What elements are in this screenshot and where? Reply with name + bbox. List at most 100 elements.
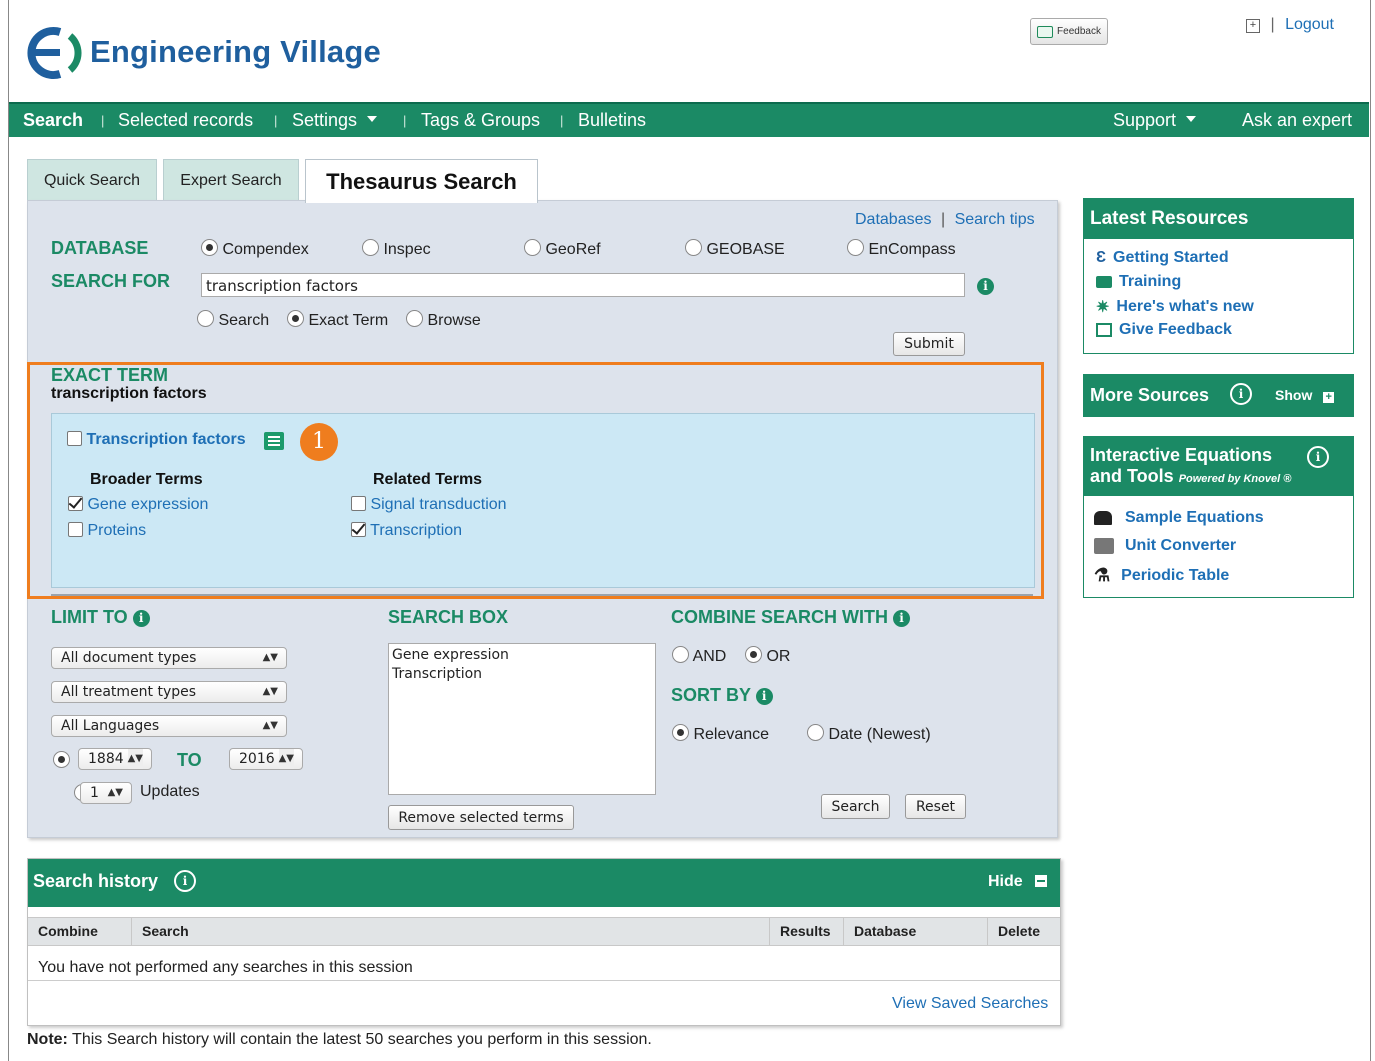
radio-button[interactable] xyxy=(745,646,762,663)
info-icon[interactable]: i xyxy=(1230,383,1252,405)
databases-link[interactable]: Databases xyxy=(855,211,932,228)
nav-search[interactable]: Search xyxy=(23,110,83,131)
info-icon[interactable]: i xyxy=(977,278,994,295)
powered-by-knovel: Powered by Knovel ® xyxy=(1178,473,1292,485)
radio-button[interactable] xyxy=(362,239,379,256)
limit-to-label: LIMIT TO xyxy=(51,607,128,627)
db-option-inspec[interactable]: Inspec xyxy=(362,239,431,259)
radio-button[interactable] xyxy=(685,239,702,256)
main-term[interactable]: Transcription factors xyxy=(67,431,246,449)
db-option-encompass[interactable]: EnCompass xyxy=(847,239,956,259)
info-icon[interactable]: i xyxy=(1307,446,1329,468)
expand-icon[interactable]: + xyxy=(1246,19,1260,33)
checkbox[interactable] xyxy=(68,522,83,537)
give-feedback-label: Give Feedback xyxy=(1119,321,1232,338)
tab-quick-search[interactable]: Quick Search xyxy=(27,159,157,201)
brand-name[interactable]: Engineering Village xyxy=(90,34,381,70)
checkbox[interactable] xyxy=(351,522,366,537)
history-divider xyxy=(28,980,1060,981)
updates-select[interactable]: 1 ▲▼ xyxy=(80,782,132,804)
radio-button[interactable] xyxy=(807,724,824,741)
nav-bulletins[interactable]: Bulletins xyxy=(578,110,646,131)
mode-search[interactable]: Search xyxy=(197,310,269,330)
sort-relevance[interactable]: Relevance xyxy=(672,724,769,744)
training-link[interactable]: Training xyxy=(1096,273,1181,291)
search-box-term[interactable]: Transcription xyxy=(392,665,652,684)
radio-button[interactable] xyxy=(524,239,541,256)
sort-date[interactable]: Date (Newest) xyxy=(807,724,931,744)
more-sources-show[interactable]: Show + xyxy=(1275,387,1335,403)
nav-tags-groups[interactable]: Tags & Groups xyxy=(421,110,540,131)
search-box-textarea[interactable]: Gene expression Transcription xyxy=(388,643,656,795)
nav-selected-records[interactable]: Selected records xyxy=(118,110,253,131)
radio-button[interactable] xyxy=(197,310,214,327)
from-year-select[interactable]: 1884 ▲▼ xyxy=(78,748,152,770)
tab-expert-search[interactable]: Expert Search xyxy=(163,159,299,201)
nav-settings[interactable]: Settings xyxy=(292,110,378,131)
treatment-type-select[interactable]: All treatment types ▲▼ xyxy=(51,681,287,703)
search-tips-link[interactable]: Search tips xyxy=(955,211,1035,228)
radio-button[interactable] xyxy=(287,310,304,327)
hide-history-button[interactable]: Hide xyxy=(988,873,1048,891)
nav-support[interactable]: Support xyxy=(1113,110,1197,131)
checkbox[interactable] xyxy=(351,496,366,511)
search-box-term[interactable]: Gene expression xyxy=(392,646,652,665)
main-term-link[interactable]: Transcription factors xyxy=(86,431,245,448)
sample-equations-link[interactable]: Sample Equations xyxy=(1094,509,1264,527)
term-link[interactable]: Gene expression xyxy=(87,496,208,513)
checkbox[interactable] xyxy=(68,496,83,511)
radio-button[interactable] xyxy=(672,646,689,663)
radio-button[interactable] xyxy=(847,239,864,256)
converter-icon xyxy=(1094,538,1114,554)
related-term-item[interactable]: Transcription xyxy=(351,522,462,540)
feedback-button[interactable]: Feedback xyxy=(1030,18,1108,45)
combine-and[interactable]: AND xyxy=(672,646,726,666)
broader-term-item[interactable]: Gene expression xyxy=(68,496,208,514)
remove-selected-terms-button[interactable]: Remove selected terms xyxy=(388,805,574,830)
whats-new-link[interactable]: ✷ Here's what's new xyxy=(1096,297,1254,317)
checkbox[interactable] xyxy=(67,431,82,446)
col-combine: Combine xyxy=(28,918,132,945)
view-saved-searches-link[interactable]: View Saved Searches xyxy=(892,995,1048,1013)
year-range-radio[interactable] xyxy=(53,751,70,768)
info-icon[interactable]: i xyxy=(755,688,773,705)
term-link[interactable]: Proteins xyxy=(87,522,146,539)
list-icon[interactable] xyxy=(264,432,284,450)
broader-term-item[interactable]: Proteins xyxy=(68,522,146,540)
note-text: This Search history will contain the lat… xyxy=(67,1031,652,1048)
reset-button[interactable]: Reset xyxy=(905,794,966,819)
search-input[interactable]: transcription factors xyxy=(201,273,965,297)
radio-button[interactable] xyxy=(672,724,689,741)
info-icon[interactable]: i xyxy=(893,610,911,627)
nav-ask-expert[interactable]: Ask an expert xyxy=(1242,110,1352,131)
db-option-compendex[interactable]: Compendex xyxy=(201,239,309,259)
mode-browse[interactable]: Browse xyxy=(406,310,481,330)
getting-started-link[interactable]: Ɛ Getting Started xyxy=(1096,249,1229,267)
logout-link[interactable]: Logout xyxy=(1285,16,1334,33)
radio-button[interactable] xyxy=(201,239,218,256)
term-link[interactable]: Transcription xyxy=(370,522,462,539)
nav-separator: | xyxy=(560,113,564,128)
info-icon[interactable]: i xyxy=(132,610,150,627)
give-feedback-link[interactable]: Give Feedback xyxy=(1096,321,1232,339)
submit-button[interactable]: Submit xyxy=(893,332,965,356)
to-year-select[interactable]: 2016 ▲▼ xyxy=(229,748,303,770)
document-type-select[interactable]: All document types ▲▼ xyxy=(51,647,287,669)
info-icon[interactable]: i xyxy=(174,870,196,892)
radio-button[interactable] xyxy=(406,310,423,327)
related-term-item[interactable]: Signal transduction xyxy=(351,496,507,514)
search-button[interactable]: Search xyxy=(821,794,890,819)
db-option-geobase[interactable]: GEOBASE xyxy=(685,239,785,259)
more-sources-box[interactable]: More Sources i Show + xyxy=(1083,374,1354,417)
minus-icon xyxy=(1035,875,1048,887)
latest-resources-box: Latest Resources Ɛ Getting Started Traini… xyxy=(1083,198,1354,354)
mode-exact-term[interactable]: Exact Term xyxy=(287,310,388,330)
tab-thesaurus-search[interactable]: Thesaurus Search xyxy=(305,159,538,203)
combine-or[interactable]: OR xyxy=(745,646,790,666)
term-link[interactable]: Signal transduction xyxy=(370,496,506,513)
engineering-village-logo-icon[interactable] xyxy=(20,22,82,84)
periodic-table-link[interactable]: ⚗ Periodic Table xyxy=(1094,565,1229,586)
unit-converter-link[interactable]: Unit Converter xyxy=(1094,537,1236,555)
db-option-georef[interactable]: GeoRef xyxy=(524,239,601,259)
language-select[interactable]: All Languages ▲▼ xyxy=(51,715,287,737)
